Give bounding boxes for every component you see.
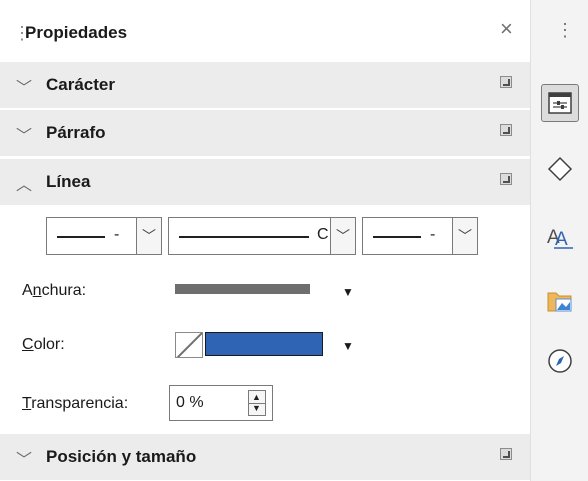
transparencia-label: Transparencia: <box>22 395 129 412</box>
chevron-down-icon: ﹀ <box>16 128 33 145</box>
sidebar-tabbar: ⋮ A A <box>530 0 588 481</box>
styles-icon[interactable]: A A <box>541 218 579 256</box>
more-options-icon[interactable] <box>500 173 512 185</box>
tabbar-menu-icon[interactable]: ⋮ <box>556 20 574 41</box>
color-label: Color: <box>22 336 65 353</box>
transparency-value[interactable]: 0 % <box>176 394 204 412</box>
dropdown-button[interactable]: ﹀ <box>136 218 161 254</box>
section-linea[interactable]: ︿ Línea <box>0 159 530 205</box>
line-width-preview[interactable] <box>175 284 310 294</box>
chevron-down-icon: ﹀ <box>458 228 472 244</box>
line-style-dash: - <box>114 226 120 243</box>
spin-buttons[interactable]: ▲ ▼ <box>248 390 266 416</box>
no-fill-icon[interactable] <box>175 332 203 358</box>
more-options-icon[interactable] <box>500 76 512 88</box>
width-dropdown-icon[interactable]: ▼ <box>342 285 354 299</box>
chevron-down-icon: ﹀ <box>16 80 33 97</box>
dropdown-button[interactable]: ﹀ <box>452 218 477 254</box>
section-linea-label: Línea <box>46 172 91 191</box>
section-parrafo-label: Párrafo <box>46 123 106 142</box>
section-caracter-label: Carácter <box>46 75 115 94</box>
line-preview <box>373 236 421 238</box>
spin-down-icon[interactable]: ▼ <box>252 403 261 413</box>
more-options-icon[interactable] <box>500 448 512 460</box>
line-preview <box>179 236 309 238</box>
section-posicion[interactable]: ﹀ Posición y tamaño <box>0 434 530 480</box>
spin-up-icon[interactable]: ▲ <box>252 392 261 402</box>
chevron-down-icon: ﹀ <box>142 228 156 244</box>
close-icon[interactable]: × <box>500 16 513 42</box>
line-preview <box>57 236 105 238</box>
shapes-icon[interactable] <box>541 150 579 188</box>
line-style-select[interactable]: C ﹀ <box>168 217 356 255</box>
svg-text:A: A <box>555 229 568 249</box>
properties-icon[interactable] <box>541 84 579 122</box>
anchura-label: Anchura: <box>22 282 87 299</box>
dropdown-button[interactable]: ﹀ <box>330 218 355 254</box>
section-parrafo[interactable]: ﹀ Párrafo <box>0 110 530 156</box>
more-options-icon[interactable] <box>500 124 512 136</box>
color-dropdown-icon[interactable]: ▼ <box>342 339 354 353</box>
chevron-down-icon: ﹀ <box>16 452 33 469</box>
navigator-icon[interactable] <box>541 342 579 380</box>
gallery-icon[interactable] <box>541 282 579 320</box>
panel-header: ⋮ Propiedades × <box>0 8 530 56</box>
panel-title: Propiedades <box>25 23 128 42</box>
section-posicion-label: Posición y tamaño <box>46 447 197 466</box>
line-color-swatch[interactable] <box>205 332 323 356</box>
line-start-style-select[interactable]: - ﹀ <box>46 217 162 255</box>
section-caracter[interactable]: ﹀ Carácter <box>0 62 530 108</box>
chevron-up-icon: ︿ <box>16 177 33 194</box>
properties-panel: ⋮ Propiedades × ﹀ Carácter ﹀ Párrafo ︿ L… <box>0 0 530 481</box>
line-style-dash: C <box>317 226 329 243</box>
transparency-spinbox[interactable]: 0 % ▲ ▼ <box>169 385 273 421</box>
chevron-down-icon: ﹀ <box>336 228 350 244</box>
line-style-dash: - <box>430 226 436 243</box>
line-end-style-select[interactable]: - ﹀ <box>362 217 478 255</box>
